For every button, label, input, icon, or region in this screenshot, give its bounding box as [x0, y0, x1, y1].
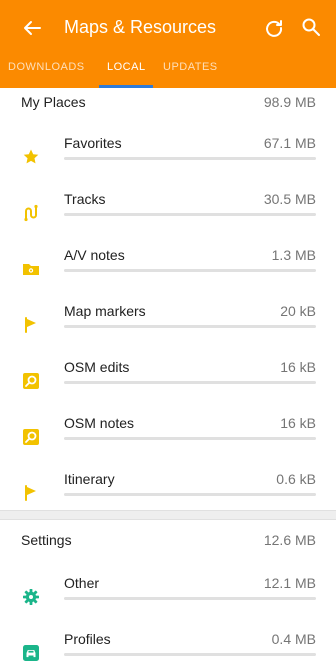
item-label: Favorites	[64, 135, 122, 151]
av-notes-folder-icon	[21, 259, 41, 279]
usage-bar	[64, 157, 316, 160]
usage-bar	[64, 381, 316, 384]
item-size: 16 kB	[280, 359, 316, 375]
section-divider	[0, 510, 336, 520]
item-label: Other	[64, 575, 100, 591]
tab-local[interactable]: LOCAL	[107, 61, 146, 73]
item-size: 12.1 MB	[263, 575, 316, 591]
list-item-tracks[interactable]: Tracks 30.5 MB	[0, 187, 336, 243]
item-label: Map markers	[64, 303, 146, 319]
item-label: OSM edits	[64, 359, 130, 375]
item-label: Itinerary	[64, 471, 115, 487]
item-size: 0.6 kB	[276, 471, 316, 487]
gear-icon	[21, 587, 41, 607]
list-item-map-markers[interactable]: Map markers 20 kB	[0, 299, 336, 355]
item-label: A/V notes	[64, 247, 125, 263]
app-bar: Maps & Resources DOWNLOADS LOCAL UPDATES	[0, 0, 336, 88]
list-item-other[interactable]: Other 12.1 MB	[0, 571, 336, 627]
tab-downloads[interactable]: DOWNLOADS	[8, 61, 85, 73]
usage-bar	[64, 213, 316, 216]
tab-indicator	[99, 85, 153, 88]
item-label: Tracks	[64, 191, 106, 207]
item-size: 1.3 MB	[271, 247, 316, 263]
usage-bar	[64, 437, 316, 440]
refresh-icon[interactable]	[260, 14, 288, 42]
profile-car-icon	[21, 643, 41, 663]
item-label: OSM notes	[64, 415, 135, 431]
osm-note-icon	[21, 427, 41, 447]
usage-bar	[64, 269, 316, 272]
usage-bar	[64, 597, 316, 600]
usage-bar	[64, 653, 316, 656]
item-size: 20 kB	[280, 303, 316, 319]
list-item-av-notes[interactable]: A/V notes 1.3 MB	[0, 243, 336, 299]
usage-bar	[64, 493, 316, 496]
osm-edit-icon	[21, 371, 41, 391]
tab-updates[interactable]: UPDATES	[163, 61, 218, 73]
item-size: 0.4 MB	[271, 631, 316, 647]
section-title: Settings	[21, 532, 72, 548]
star-icon	[21, 147, 41, 167]
page-title: Maps & Resources	[64, 17, 217, 37]
list-item-profiles[interactable]: Profiles 0.4 MB	[0, 627, 336, 664]
back-arrow-icon[interactable]	[18, 14, 46, 42]
tab-bar: DOWNLOADS LOCAL UPDATES	[0, 55, 336, 88]
section-header-settings: Settings 12.6 MB	[0, 530, 336, 556]
flag-icon	[21, 483, 41, 503]
item-label: Profiles	[64, 631, 111, 647]
list-item-favorites[interactable]: Favorites 67.1 MB	[0, 131, 336, 187]
section-header-my-places: My Places 98.9 MB	[0, 92, 336, 118]
item-size: 67.1 MB	[263, 135, 316, 151]
search-icon[interactable]	[297, 13, 325, 41]
track-icon	[21, 203, 41, 223]
list-item-osm-notes[interactable]: OSM notes 16 kB	[0, 411, 336, 467]
item-size: 30.5 MB	[263, 191, 316, 207]
usage-bar	[64, 325, 316, 328]
flag-icon	[21, 315, 41, 335]
list-item-osm-edits[interactable]: OSM edits 16 kB	[0, 355, 336, 411]
item-size: 16 kB	[280, 415, 316, 431]
section-size: 98.9 MB	[263, 94, 316, 110]
section-title: My Places	[21, 94, 86, 110]
section-size: 12.6 MB	[263, 532, 316, 548]
